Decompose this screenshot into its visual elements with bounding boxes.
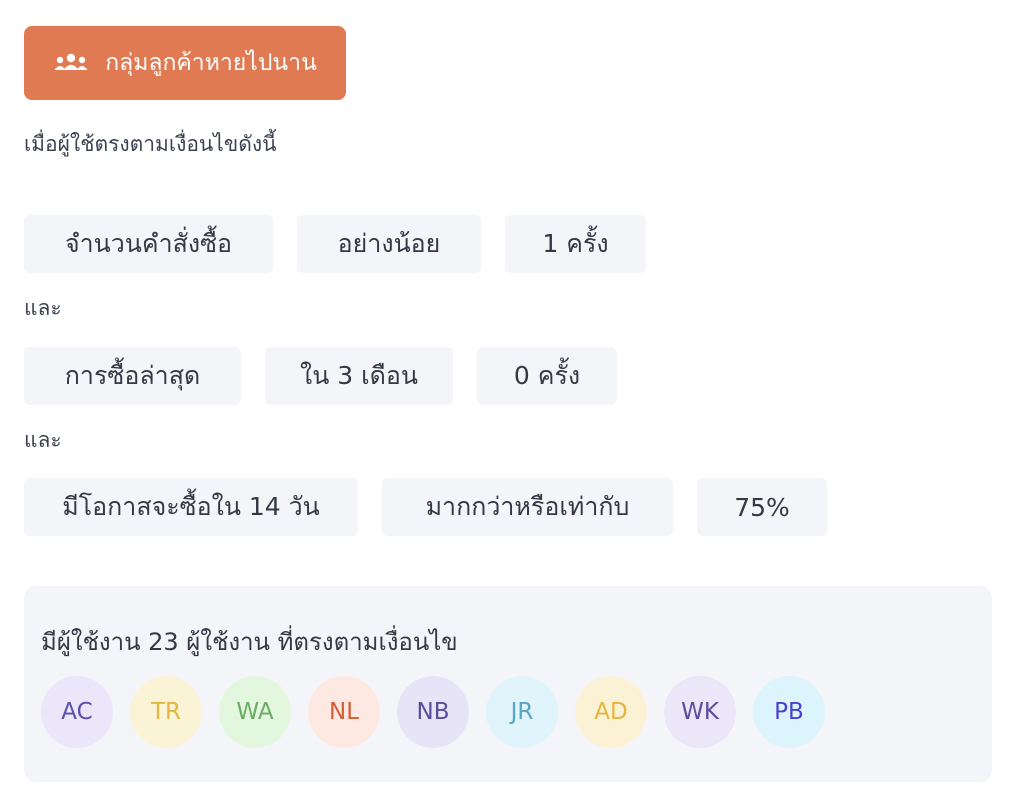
condition-value[interactable]: 75%	[697, 478, 827, 536]
avatar[interactable]: TR	[130, 676, 202, 748]
avatar[interactable]: AD	[575, 676, 647, 748]
segment-label: กลุ่มลูกค้าหายไปนาน	[105, 50, 317, 76]
matching-users-panel: มีผู้ใช้งาน 23 ผู้ใช้งาน ที่ตรงตามเงื่อน…	[24, 586, 992, 782]
condition-operator[interactable]: มากกว่าหรือเท่ากับ	[382, 478, 673, 536]
connector-text: และ	[24, 428, 62, 452]
avatar[interactable]: WK	[664, 676, 736, 748]
condition-row-3: มีโอกาสจะซื้อใน 14 วัน มากกว่าหรือเท่ากั…	[24, 478, 827, 536]
condition-field[interactable]: มีโอกาสจะซื้อใน 14 วัน	[24, 478, 358, 536]
avatar[interactable]: JR	[486, 676, 558, 748]
intro-text: เมื่อผู้ใช้ตรงตามเงื่อนไขดังนี้	[24, 132, 277, 156]
condition-row-2: การซื้อล่าสุด ใน 3 เดือน 0 ครั้ง	[24, 347, 617, 405]
matching-users-title: มีผู้ใช้งาน 23 ผู้ใช้งาน ที่ตรงตามเงื่อน…	[41, 628, 458, 656]
condition-operator[interactable]: ใน 3 เดือน	[265, 347, 453, 405]
avatar-list: AC TR WA NL NB JR AD WK PB	[41, 676, 825, 748]
condition-value[interactable]: 1 ครั้ง	[505, 215, 646, 273]
users-icon	[53, 53, 89, 73]
condition-field[interactable]: การซื้อล่าสุด	[24, 347, 241, 405]
avatar[interactable]: AC	[41, 676, 113, 748]
avatar[interactable]: NB	[397, 676, 469, 748]
condition-value[interactable]: 0 ครั้ง	[477, 347, 617, 405]
condition-operator[interactable]: อย่างน้อย	[297, 215, 481, 273]
condition-field[interactable]: จำนวนคำสั่งซื้อ	[24, 215, 273, 273]
condition-row-1: จำนวนคำสั่งซื้อ อย่างน้อย 1 ครั้ง	[24, 215, 646, 273]
avatar[interactable]: WA	[219, 676, 291, 748]
avatar[interactable]: PB	[753, 676, 825, 748]
segment-button[interactable]: กลุ่มลูกค้าหายไปนาน	[24, 26, 346, 100]
connector-text: และ	[24, 296, 62, 320]
avatar[interactable]: NL	[308, 676, 380, 748]
